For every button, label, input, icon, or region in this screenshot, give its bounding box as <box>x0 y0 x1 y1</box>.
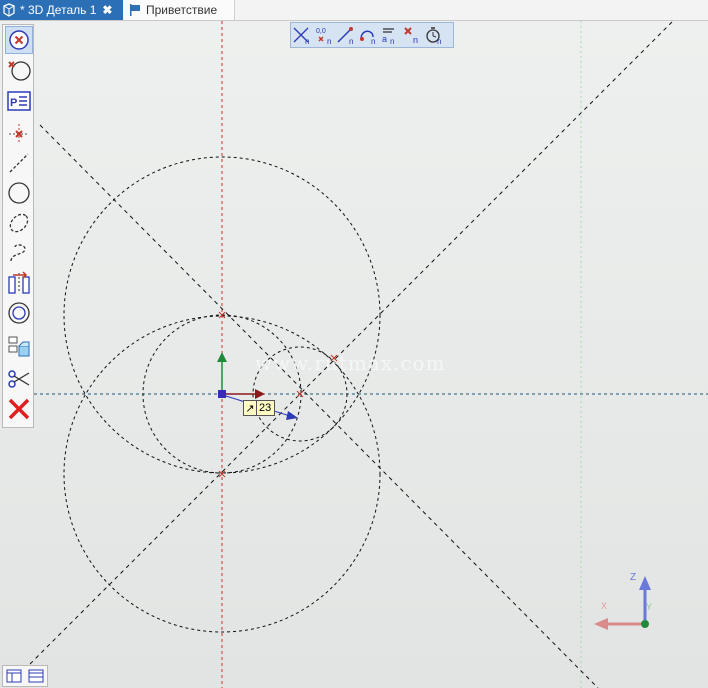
tab-3d-detail[interactable]: * 3D Деталь 1 ✖ <box>0 0 123 20</box>
dimension-label[interactable]: ↗ 23 <box>243 400 275 416</box>
svg-text:P: P <box>10 97 17 109</box>
watermark: www.rutmax.com <box>255 351 446 375</box>
tab-label: Приветствие <box>146 3 218 17</box>
circle-through-point-icon <box>8 61 31 81</box>
layout-rows-icon <box>28 669 44 683</box>
concentric-circle-icon <box>8 302 30 324</box>
part-document-icon <box>2 3 16 17</box>
snap-coordinates-icon: 0,0n <box>316 28 331 45</box>
svg-text:a: a <box>382 34 387 44</box>
delete-button[interactable] <box>5 395 33 423</box>
tab-label: * 3D Деталь 1 <box>20 3 97 17</box>
svg-text:n: n <box>327 37 331 45</box>
snap-tangent-icon: n <box>360 30 375 45</box>
svg-text:0,0: 0,0 <box>316 28 326 35</box>
snap-endpoint-button[interactable]: n <box>335 23 357 47</box>
parameters-panel-icon: P <box>7 91 31 111</box>
svg-text:n: n <box>305 37 309 45</box>
view-layout-toolbar <box>2 665 48 687</box>
scissors-icon <box>8 370 30 388</box>
triad-z-label: Z <box>630 572 637 583</box>
svg-text:n: n <box>371 37 375 45</box>
circle-button[interactable] <box>5 179 33 207</box>
snap-intersection-icon: n <box>293 27 309 45</box>
triad-x-label: X <box>601 601 608 611</box>
snap-endpoint-icon: n <box>337 27 353 45</box>
svg-text:n: n <box>413 35 418 45</box>
ellipse-icon <box>9 213 29 233</box>
flag-icon <box>128 3 142 17</box>
snap-intersection-button[interactable]: n <box>291 23 313 47</box>
origin-point[interactable] <box>218 390 226 398</box>
project-geometry-button[interactable] <box>5 333 33 361</box>
tab-welcome[interactable]: Приветствие <box>124 0 235 20</box>
concentric-circle-button[interactable] <box>5 299 33 327</box>
snap-coordinates-button[interactable]: 0,0 n <box>313 23 335 47</box>
dimension-arrow-icon: ↗ <box>243 400 257 416</box>
delete-icon <box>8 398 30 420</box>
snap-text-button[interactable]: an <box>379 23 401 47</box>
mirror-button[interactable] <box>5 269 33 297</box>
snap-tangent-button[interactable]: n <box>357 23 379 47</box>
line-button[interactable] <box>5 149 33 177</box>
stop-command-icon <box>9 30 29 50</box>
svg-text:n: n <box>437 37 441 45</box>
layout-split-button[interactable] <box>3 666 25 686</box>
layout-split-icon <box>6 669 22 683</box>
snap-text-icon: an <box>382 28 394 45</box>
layout-rows-button[interactable] <box>25 666 47 686</box>
triad-y-label: Y <box>646 602 653 612</box>
spline-icon <box>10 244 26 262</box>
point-icon <box>9 124 29 144</box>
svg-text:n: n <box>349 37 353 45</box>
graphics-viewport[interactable]: www.rutmax.com ↗ 23 Z Y X <box>0 21 708 688</box>
parameters-panel-button[interactable]: P <box>5 88 33 116</box>
spline-button[interactable] <box>5 239 33 267</box>
line-icon <box>9 153 29 173</box>
project-geometry-icon <box>8 336 30 357</box>
snap-settings-icon: n <box>426 27 441 45</box>
circle-icon <box>8 182 30 204</box>
point-button[interactable] <box>5 120 33 148</box>
snap-off-icon: n <box>404 27 418 45</box>
sketch-toolbar: P <box>2 24 34 428</box>
stop-command-button[interactable] <box>5 26 33 54</box>
snap-settings-button[interactable]: n <box>423 23 445 47</box>
svg-text:n: n <box>390 37 394 45</box>
trim-button[interactable] <box>5 365 33 393</box>
snap-off-button[interactable]: n <box>401 23 423 47</box>
close-icon[interactable]: ✖ <box>102 3 112 17</box>
mirror-icon <box>8 271 30 294</box>
circle-through-point-button[interactable] <box>5 56 33 84</box>
dimension-value[interactable]: 23 <box>257 400 275 416</box>
ellipse-button[interactable] <box>5 209 33 237</box>
document-tab-bar: * 3D Деталь 1 ✖ Приветствие <box>0 0 708 21</box>
snap-toolbar: n 0,0 n n n an n n <box>290 22 454 48</box>
